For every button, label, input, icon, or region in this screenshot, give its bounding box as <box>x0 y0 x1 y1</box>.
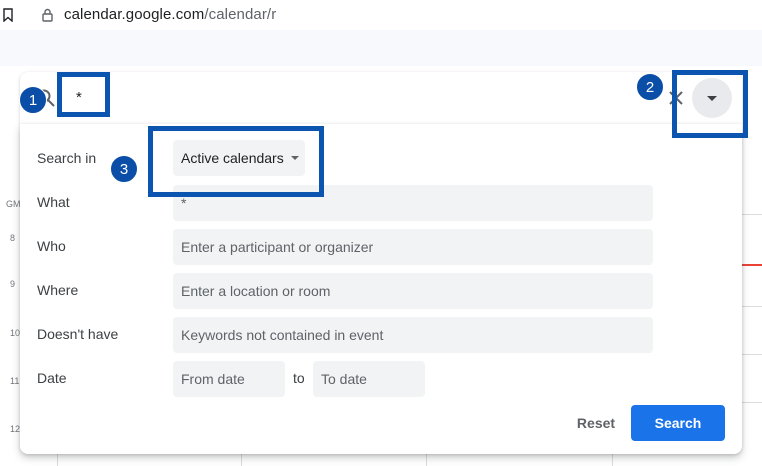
search-bar <box>20 72 742 124</box>
url-path: /calendar/r <box>204 6 277 23</box>
hour-label: 10 <box>10 328 21 338</box>
grid-line <box>742 214 762 215</box>
doesnt-have-field[interactable] <box>173 317 653 353</box>
where-field[interactable] <box>173 273 653 309</box>
browser-toolbar: calendar.google.com/calendar/r <box>0 0 762 66</box>
hour-label: 12 <box>10 424 21 434</box>
grid-line <box>742 306 762 307</box>
annotation-badge-2: 2 <box>636 73 664 101</box>
what-label: What <box>37 194 70 210</box>
url-host: calendar.google.com <box>64 6 205 23</box>
address-bar[interactable]: calendar.google.com/calendar/r <box>30 0 762 30</box>
search-input[interactable] <box>76 82 376 112</box>
annotation-badge-3: 3 <box>110 155 138 183</box>
to-label: to <box>293 370 305 386</box>
highlight-box-search-input <box>57 72 110 117</box>
from-date-field[interactable]: From date <box>173 361 285 397</box>
search-in-label: Search in <box>37 150 97 166</box>
to-date-placeholder: To date <box>321 371 367 387</box>
hour-label: 9 <box>10 279 16 289</box>
bookmark-icon[interactable] <box>3 8 13 22</box>
grid-line <box>742 402 762 403</box>
timezone-label: GM <box>6 199 21 209</box>
highlight-box-search-in <box>148 126 324 197</box>
search-button[interactable]: Search <box>631 405 725 441</box>
to-date-field[interactable]: To date <box>313 361 425 397</box>
where-label: Where <box>37 282 79 298</box>
hour-label: 11 <box>10 376 20 386</box>
date-label: Date <box>37 370 67 386</box>
lock-icon[interactable] <box>42 8 53 22</box>
annotation-badge-1: 1 <box>19 86 47 114</box>
current-time-indicator <box>742 264 762 266</box>
from-date-placeholder: From date <box>181 371 245 387</box>
highlight-box-options-button <box>672 70 748 138</box>
hour-label: 8 <box>10 233 16 243</box>
who-label: Who <box>37 238 66 254</box>
reset-button[interactable]: Reset <box>565 405 627 441</box>
doesnt-have-label: Doesn't have <box>37 326 119 342</box>
bookmarks-bar <box>0 30 762 66</box>
who-field[interactable] <box>173 229 653 265</box>
url-text: calendar.google.com/calendar/r <box>64 6 276 23</box>
grid-line <box>742 354 762 355</box>
